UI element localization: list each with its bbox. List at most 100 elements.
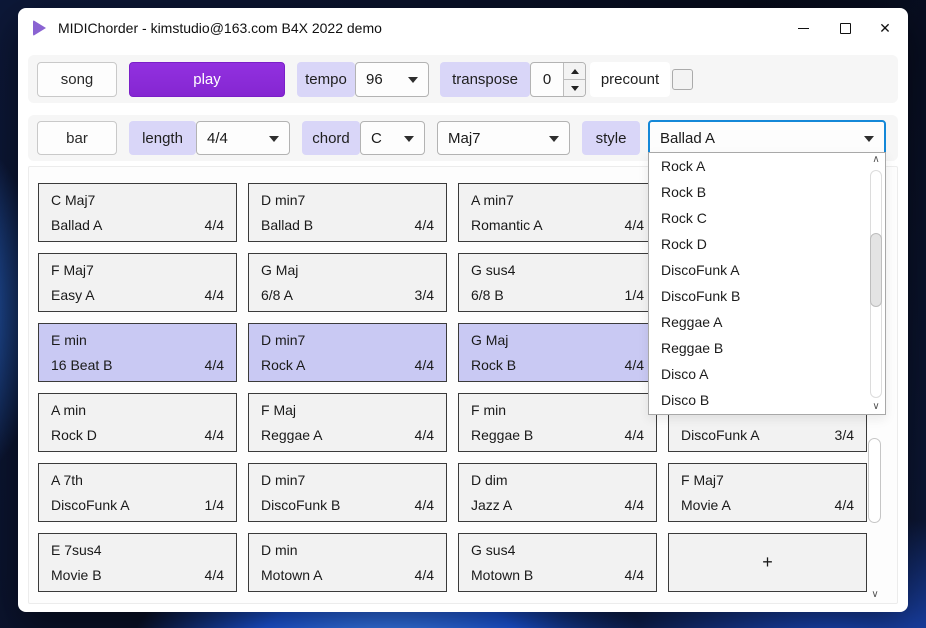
chord-card[interactable]: D min Motown A 4/4 <box>248 533 447 592</box>
card-style-name: Reggae A <box>261 427 323 443</box>
scroll-up-icon[interactable]: ∧ <box>867 155 885 165</box>
card-chord-name: G sus4 <box>471 542 516 558</box>
card-time-signature: 4/4 <box>624 217 644 233</box>
style-option[interactable]: Disco B <box>649 387 885 413</box>
chord-card[interactable]: F Maj7 Movie A 4/4 <box>668 463 867 522</box>
card-style-name: DiscoFunk A <box>51 497 130 513</box>
chevron-down-icon <box>404 136 414 142</box>
card-chord-name: A 7th <box>51 472 83 488</box>
scrollbar-thumb[interactable] <box>868 438 881 523</box>
close-icon: ✕ <box>879 20 891 36</box>
precount-checkbox[interactable] <box>672 69 693 90</box>
chord-card[interactable]: D min7 Rock A 4/4 <box>248 323 447 382</box>
chord-card[interactable]: G sus4 6/8 B 1/4 <box>458 253 657 312</box>
card-time-signature: 4/4 <box>414 497 434 513</box>
scrollbar-thumb[interactable] <box>870 233 882 307</box>
card-style-name: Jazz A <box>471 497 513 513</box>
chord-card[interactable]: E 7sus4 Movie B 4/4 <box>38 533 237 592</box>
card-style-name: Reggae B <box>471 427 534 443</box>
chord-card[interactable]: C Maj7 Ballad A 4/4 <box>38 183 237 242</box>
style-option[interactable]: Rock D <box>649 231 885 257</box>
chord-root-dropdown[interactable]: C <box>360 121 425 155</box>
chord-card[interactable]: D min7 Ballad B 4/4 <box>248 183 447 242</box>
arrow-down-icon <box>570 85 579 91</box>
card-style-name: DiscoFunk B <box>261 497 341 513</box>
chord-card[interactable]: A min7 Romantic A 4/4 <box>458 183 657 242</box>
dropdown-scrollbar[interactable]: ∧ ∨ <box>867 153 885 414</box>
card-chord-name: D min7 <box>261 192 306 208</box>
card-style-name: Easy A <box>51 287 95 303</box>
card-style-name: Rock A <box>261 357 306 373</box>
arrow-up-icon <box>570 68 579 74</box>
chord-card[interactable]: G Maj Rock B 4/4 <box>458 323 657 382</box>
window-title: MIDIChorder - kimstudio@163.com B4X 2022… <box>58 20 382 36</box>
style-label: style <box>582 121 640 155</box>
card-time-signature: 3/4 <box>834 427 854 443</box>
close-button[interactable]: ✕ <box>864 8 906 48</box>
card-time-signature: 4/4 <box>204 217 224 233</box>
chord-card[interactable]: D dim Jazz A 4/4 <box>458 463 657 522</box>
song-button[interactable]: song <box>37 62 117 97</box>
chord-card[interactable]: F Maj Reggae A 4/4 <box>248 393 447 452</box>
style-option[interactable]: DiscoFunk A <box>649 257 885 283</box>
card-chord-name: D min7 <box>261 472 306 488</box>
card-chord-name: D min7 <box>261 332 306 348</box>
style-option[interactable]: Rock C <box>649 205 885 231</box>
style-option[interactable]: Rock B <box>649 179 885 205</box>
chevron-down-icon <box>269 136 279 142</box>
card-chord-name: F Maj7 <box>51 262 94 278</box>
maximize-button[interactable] <box>824 8 866 48</box>
chord-card[interactable]: D min7 DiscoFunk B 4/4 <box>248 463 447 522</box>
chord-card[interactable]: E min 16 Beat B 4/4 <box>38 323 237 382</box>
card-chord-name: F Maj <box>261 402 296 418</box>
chord-card[interactable]: A 7th DiscoFunk A 1/4 <box>38 463 237 522</box>
chord-card[interactable]: F min Reggae B 4/4 <box>458 393 657 452</box>
card-style-name: Rock D <box>51 427 97 443</box>
style-option[interactable]: Reggae A <box>649 309 885 335</box>
card-time-signature: 1/4 <box>624 287 644 303</box>
minimize-icon <box>797 27 809 29</box>
chord-card[interactable]: G sus4 Motown B 4/4 <box>458 533 657 592</box>
card-time-signature: 4/4 <box>624 357 644 373</box>
bar-button[interactable]: bar <box>37 121 117 155</box>
transpose-up-button[interactable] <box>564 63 585 80</box>
chevron-down-icon <box>549 136 559 142</box>
style-dropdown[interactable]: Ballad A <box>648 120 886 156</box>
scroll-down-icon[interactable]: ∨ <box>867 402 885 412</box>
style-option[interactable]: Rock A <box>649 153 885 179</box>
card-chord-name: G Maj <box>261 262 299 278</box>
chord-card[interactable]: F Maj7 Easy A 4/4 <box>38 253 237 312</box>
card-time-signature: 4/4 <box>204 567 224 583</box>
tempo-label: tempo <box>297 62 355 97</box>
card-time-signature: 4/4 <box>414 567 434 583</box>
transpose-down-button[interactable] <box>564 80 585 96</box>
style-option[interactable]: DiscoFunk B <box>649 283 885 309</box>
card-chord-name: G sus4 <box>471 262 516 278</box>
card-chord-name: E 7sus4 <box>51 542 102 558</box>
card-style-name: Motown B <box>471 567 534 583</box>
card-time-signature: 4/4 <box>624 427 644 443</box>
card-style-name: 6/8 B <box>471 287 504 303</box>
length-dropdown[interactable]: 4/4 <box>196 121 290 155</box>
chord-card[interactable]: A min Rock D 4/4 <box>38 393 237 452</box>
titlebar: MIDIChorder - kimstudio@163.com B4X 2022… <box>18 8 908 48</box>
card-chord-name: A min <box>51 402 87 418</box>
card-style-name: Motown A <box>261 567 323 583</box>
card-chord-name: E min <box>51 332 87 348</box>
style-option[interactable]: Reggae B <box>649 335 885 361</box>
minimize-button[interactable] <box>782 8 824 48</box>
play-button[interactable]: play <box>129 62 285 97</box>
maximize-icon <box>839 22 851 34</box>
chord-type-dropdown[interactable]: Maj7 <box>437 121 570 155</box>
chord-card[interactable]: G Maj 6/8 A 3/4 <box>248 253 447 312</box>
card-time-signature: 4/4 <box>624 567 644 583</box>
chevron-down-icon <box>864 136 874 142</box>
style-option[interactable]: Disco A <box>649 361 885 387</box>
card-style-name: Movie B <box>51 567 102 583</box>
tempo-dropdown[interactable]: 96 <box>355 62 429 97</box>
scroll-down-icon[interactable]: ∨ <box>866 590 884 600</box>
transpose-spin-buttons <box>563 63 585 96</box>
card-style-name: Ballad A <box>51 217 103 233</box>
length-label: length <box>129 121 196 155</box>
add-chord-card[interactable]: + <box>668 533 867 592</box>
